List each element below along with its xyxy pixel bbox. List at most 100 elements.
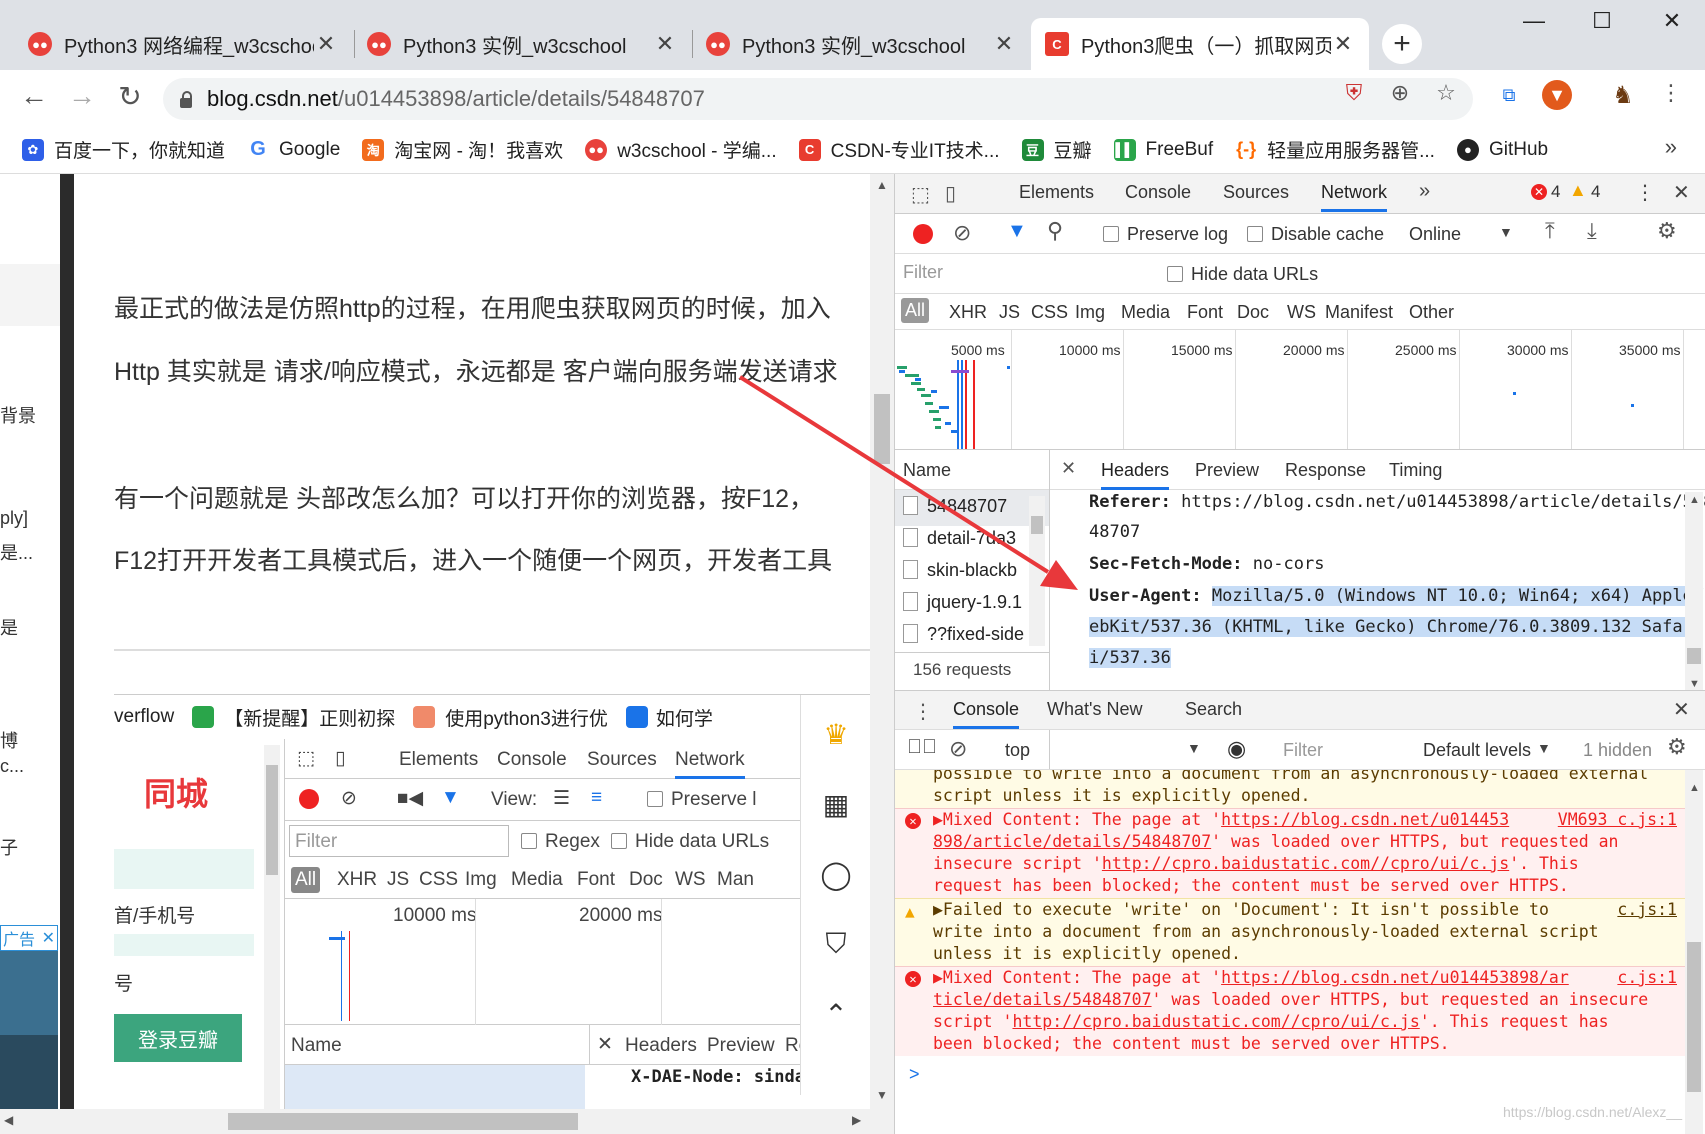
log-levels-select[interactable]: Default levels xyxy=(1423,740,1531,761)
shield-blocked-icon[interactable]: ⛨ xyxy=(1337,80,1371,106)
request-row[interactable]: ??fixed-side xyxy=(903,624,1033,645)
inspect-element-icon[interactable]: ⬚ xyxy=(911,182,930,207)
url-link[interactable]: 898/article/details/54848707 xyxy=(933,832,1211,851)
drawer-tab-console[interactable]: Console xyxy=(953,699,1020,729)
type-img[interactable]: Img xyxy=(1075,302,1105,323)
close-devtools-icon[interactable]: ✕ xyxy=(1673,180,1690,205)
close-icon[interactable]: ✕ xyxy=(1331,31,1355,57)
url-link[interactable]: ticle/details/54848707 xyxy=(933,990,1152,1009)
type-manifest[interactable]: Manifest xyxy=(1325,302,1393,323)
error-count[interactable]: 4 xyxy=(1551,182,1560,202)
ad-close-icon[interactable]: ✕ xyxy=(42,928,55,948)
address-bar[interactable]: blog.csdn.net/u014453898/article/details… xyxy=(163,78,1473,120)
qrcode-icon[interactable]: ▦ xyxy=(813,781,859,827)
bookmark-google[interactable]: G Google xyxy=(247,138,340,161)
close-drawer-icon[interactable]: ✕ xyxy=(1673,697,1690,722)
tab-1[interactable]: ●● Python3 网络编程_w3cschoo ✕ xyxy=(14,18,352,70)
bookmark-baidu[interactable]: ✿ 百度一下，你就知道 xyxy=(22,136,225,163)
new-tab-button[interactable]: + xyxy=(1382,24,1422,64)
tab-sources[interactable]: Sources xyxy=(1223,182,1289,203)
hide-data-urls-checkbox[interactable] xyxy=(1167,266,1183,282)
close-icon[interactable]: ✕ xyxy=(653,31,677,57)
type-js[interactable]: JS xyxy=(999,302,1020,323)
request-row[interactable]: jquery-1.9.1 xyxy=(903,592,1033,613)
reload-button[interactable]: ↻ xyxy=(112,80,148,113)
drawer-menu-icon[interactable]: ⋮ xyxy=(913,699,933,724)
warning-count[interactable]: 4 xyxy=(1591,182,1600,202)
type-xhr[interactable]: XHR xyxy=(949,302,987,323)
url-link[interactable]: http://cpro.baidustatic.com//cpro/ui/c.j… xyxy=(1012,1012,1419,1031)
devtools-menu-icon[interactable]: ⋮ xyxy=(1635,180,1655,205)
tab-network[interactable]: Network xyxy=(1321,182,1388,212)
tab-4-active[interactable]: C Python3爬虫（一）抓取网页的 ✕ xyxy=(1031,18,1369,70)
close-icon[interactable]: ✕ xyxy=(314,31,338,57)
url-link[interactable]: https://blog.csdn.net/u014453898/ar xyxy=(1221,968,1569,987)
eye-icon[interactable]: ◉ xyxy=(1227,736,1246,762)
vip-crown-icon[interactable]: ♛ xyxy=(813,711,859,757)
bookmark-aliyun[interactable]: {-} 轻量应用服务器管... xyxy=(1235,136,1435,163)
bookmark-douban[interactable]: 豆豆瓣 xyxy=(1021,136,1092,163)
advertisement-image[interactable]: 广告 ✕ xyxy=(0,925,58,1110)
disable-cache-checkbox[interactable] xyxy=(1247,226,1263,242)
url-link[interactable]: https://blog.csdn.net/u014453 xyxy=(1221,810,1509,829)
console-filter-input[interactable]: Filter xyxy=(1283,740,1323,761)
throttle-select[interactable]: Online xyxy=(1409,224,1461,245)
type-media[interactable]: Media xyxy=(1121,302,1170,323)
close-details-icon[interactable]: ✕ xyxy=(1061,458,1076,479)
menu-kebab-icon[interactable]: ⋮ xyxy=(1654,80,1688,106)
report-shield-icon[interactable]: ⛉ xyxy=(813,921,859,967)
context-select[interactable]: top xyxy=(1005,740,1030,761)
device-toolbar-icon[interactable]: ▯ xyxy=(945,181,956,206)
bookmarks-overflow-button[interactable]: » xyxy=(1665,134,1677,160)
login-douban-button[interactable]: 登录豆瓣 xyxy=(114,1014,242,1062)
type-all[interactable]: All xyxy=(901,298,930,323)
profile-horse-icon[interactable]: ♞ xyxy=(1608,80,1638,110)
filter-icon[interactable]: ▼ xyxy=(1007,220,1027,243)
url-link[interactable]: http://cpro.baidustatic.com//cpro/ui/c.j… xyxy=(1102,854,1509,873)
tab-2[interactable]: ●● Python3 实例_w3cschool ✕ xyxy=(353,18,691,70)
search-icon[interactable]: ⚲ xyxy=(1047,218,1063,244)
maximize-icon[interactable]: ☐ xyxy=(1582,8,1622,34)
window-close-icon[interactable]: ✕ xyxy=(1652,8,1692,34)
page-horizontal-scrollbar[interactable]: ◀ ▶ xyxy=(0,1109,894,1134)
close-icon[interactable]: ✕ xyxy=(992,31,1016,57)
back-button[interactable]: ← xyxy=(16,80,52,112)
chat-bubble-icon[interactable]: ◯ xyxy=(813,851,859,897)
type-font[interactable]: Font xyxy=(1187,302,1223,323)
drawer-tab-whats-new[interactable]: What's New xyxy=(1047,699,1142,720)
tab-headers[interactable]: Headers xyxy=(1101,460,1170,490)
settings-gear-icon[interactable]: ⚙ xyxy=(1657,218,1677,244)
page-vertical-scrollbar[interactable]: ▲ ▼ xyxy=(870,174,894,1109)
tab-timing[interactable]: Timing xyxy=(1389,460,1442,481)
bookmark-github[interactable]: ● GitHub xyxy=(1456,138,1548,161)
network-overview-timeline[interactable]: 5000 ms 10000 ms 15000 ms 20000 ms 25000… xyxy=(895,330,1705,450)
filter-input[interactable]: Filter xyxy=(903,262,1123,283)
source-link[interactable]: VM693 c.js:1 xyxy=(1558,809,1677,831)
record-icon[interactable] xyxy=(913,224,933,244)
tab-3[interactable]: ●● Python3 实例_w3cschool ✕ xyxy=(692,18,1030,70)
console-prompt[interactable]: > xyxy=(909,1064,920,1085)
drawer-tab-search[interactable]: Search xyxy=(1185,699,1242,720)
bookmark-taobao[interactable]: 淘淘宝网 - 淘！我喜欢 xyxy=(362,136,563,163)
clear-icon[interactable]: ⊘ xyxy=(953,220,971,246)
header-user-agent[interactable]: User-Agent: Mozilla/5.0 (Windows NT 10.0… xyxy=(1089,586,1704,606)
zoom-icon[interactable]: ⊕ xyxy=(1383,80,1417,106)
tab-console[interactable]: Console xyxy=(1125,182,1191,203)
extension-shield-icon[interactable]: ▼ xyxy=(1542,80,1572,110)
minimize-icon[interactable]: — xyxy=(1514,8,1554,34)
bookmark-csdn[interactable]: C CSDN-专业IT技术... xyxy=(798,136,1000,163)
request-row[interactable]: skin-blackb xyxy=(903,560,1033,581)
type-css[interactable]: CSS xyxy=(1031,302,1068,323)
name-column-header[interactable]: Name xyxy=(903,460,951,481)
type-ws[interactable]: WS xyxy=(1287,302,1316,323)
sidebar-toggle-icon[interactable]: ▶⃞ xyxy=(907,736,937,759)
clear-console-icon[interactable]: ⊘ xyxy=(949,736,967,762)
preserve-log-checkbox[interactable] xyxy=(1103,226,1119,242)
export-har-icon[interactable]: ⤓ xyxy=(1587,218,1597,244)
tab-elements[interactable]: Elements xyxy=(1019,182,1094,203)
back-to-top-icon[interactable]: ⌃ xyxy=(813,991,859,1037)
request-row[interactable]: 54848707 xyxy=(903,496,1033,517)
console-settings-gear-icon[interactable]: ⚙ xyxy=(1667,734,1687,760)
tab-preview[interactable]: Preview xyxy=(1195,460,1259,481)
forward-button[interactable]: → xyxy=(64,80,100,112)
